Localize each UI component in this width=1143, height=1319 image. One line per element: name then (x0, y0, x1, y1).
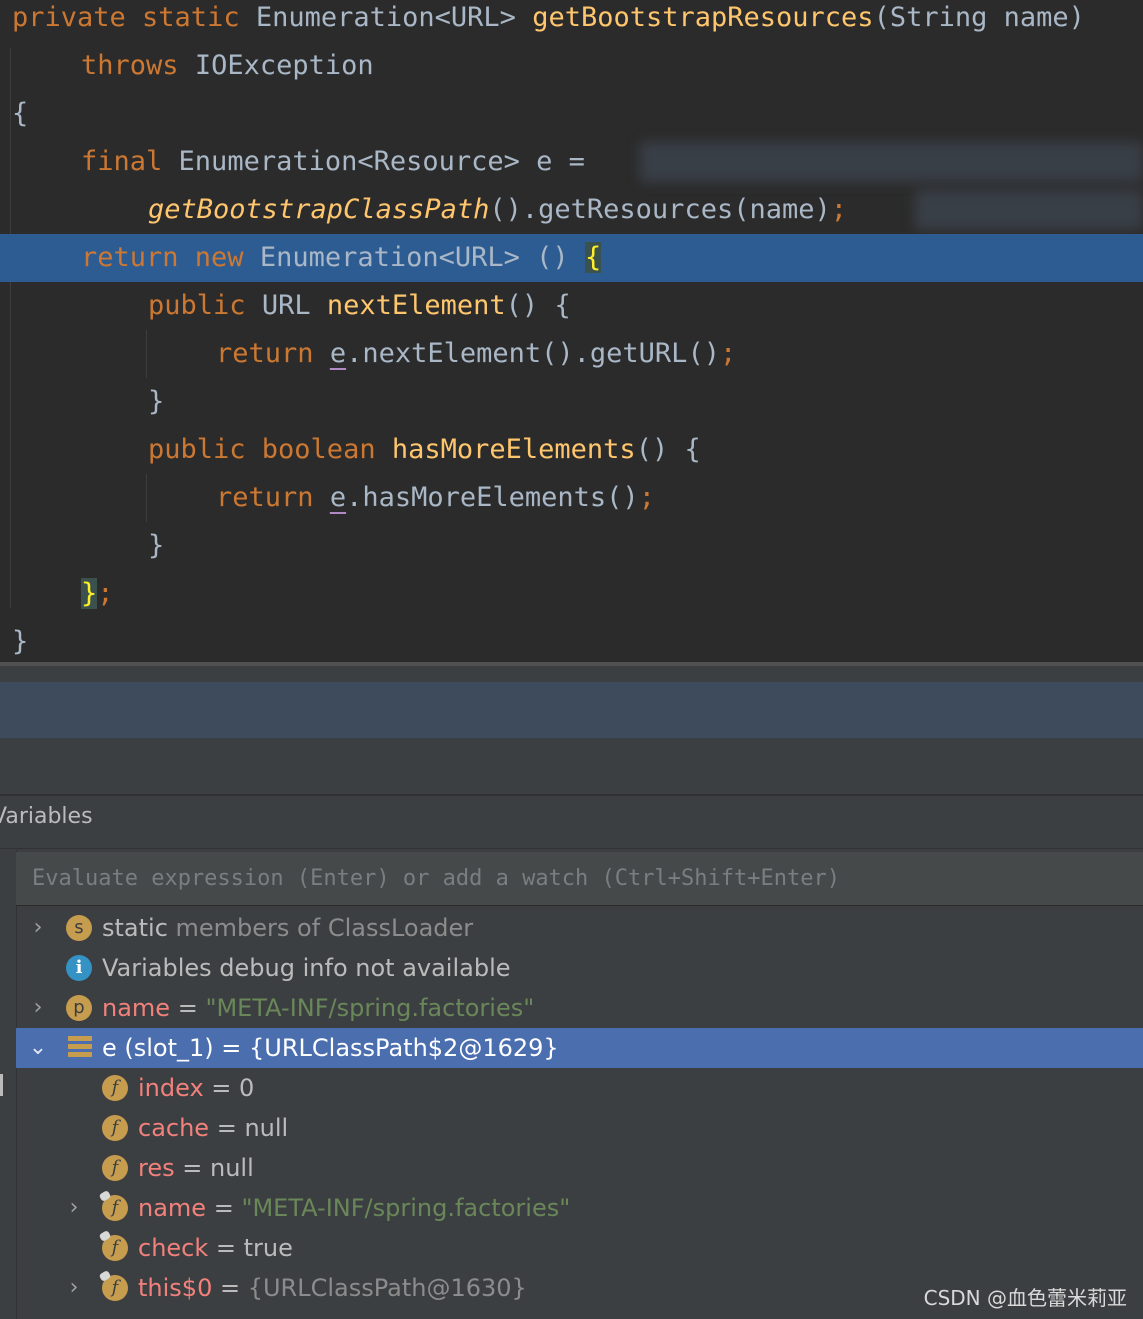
code-line-3: { (12, 98, 29, 129)
variables-title: Variables (0, 804, 93, 829)
code-line-8: return e.nextElement().getURL(); (216, 338, 737, 369)
variables-panel: Variables Evaluate expression (Enter) or… (0, 796, 1143, 1319)
field-icon: f (102, 1155, 128, 1181)
evaluate-expression-input[interactable]: Evaluate expression (Enter) or add a wat… (16, 852, 1143, 906)
final-field-icon: f (102, 1235, 128, 1261)
code-line-1: private static Enumeration<URL> getBoots… (12, 2, 1085, 33)
editor-splitter[interactable] (0, 662, 1143, 682)
row-label: name = "META-INF/spring.factories" (138, 1194, 571, 1222)
inline-debug-hint (640, 142, 1143, 182)
local-variable-icon (68, 1036, 92, 1060)
execution-point-line: return new Enumeration<URL> () { (0, 234, 1143, 282)
watermark: CSDN @血色蕾米莉亚 (923, 1286, 1127, 1310)
row-label: res = null (138, 1154, 254, 1182)
row-label: index = 0 (138, 1074, 255, 1102)
static-icon: s (66, 915, 92, 941)
row-label: this$0 = {URLClassPath@1630} (138, 1274, 527, 1302)
code-line-7: public URL nextElement() { (148, 290, 571, 321)
tree-row-field-check[interactable]: f check = true (16, 1228, 1143, 1268)
row-label: cache = null (138, 1114, 289, 1142)
code-line-9: } (148, 386, 165, 417)
chevron-right-icon[interactable]: › (64, 1188, 84, 1228)
chevron-right-icon[interactable]: › (64, 1268, 84, 1308)
code-editor[interactable]: private static Enumeration<URL> getBoots… (0, 0, 1143, 662)
field-icon: f (102, 1115, 128, 1141)
tree-row-info: i Variables debug info not available (16, 948, 1143, 988)
row-label: e (slot_1) = {URLClassPath$2@1629} (102, 1034, 559, 1062)
tree-row-field-res[interactable]: f res = null (16, 1148, 1143, 1188)
debug-toolbar (0, 738, 1143, 796)
field-icon: f (102, 1075, 128, 1101)
parameter-icon: p (66, 995, 92, 1021)
chevron-down-icon[interactable]: ⌄ (28, 1028, 48, 1068)
final-field-icon: f (102, 1275, 128, 1301)
variables-title-bar: Variables (0, 796, 1143, 849)
chevron-right-icon[interactable]: › (28, 908, 48, 948)
code-line-11: return e.hasMoreElements(); (216, 482, 655, 513)
tree-row-field-index[interactable]: f index = 0 (16, 1068, 1143, 1108)
chevron-right-icon[interactable]: › (28, 988, 48, 1028)
final-field-icon: f (102, 1195, 128, 1221)
row-label: check = true (138, 1234, 293, 1262)
tree-row-field-cache[interactable]: f cache = null (16, 1108, 1143, 1148)
row-label: static members of ClassLoader (102, 914, 474, 942)
row-label: Variables debug info not available (102, 954, 511, 982)
code-line-2: throws IOException (81, 50, 374, 81)
tree-row-param-name[interactable]: › p name = "META-INF/spring.factories" (16, 988, 1143, 1028)
code-line-14: } (12, 626, 29, 657)
code-line-13: }; (81, 578, 114, 609)
tree-row-field-name[interactable]: › f name = "META-INF/spring.factories" (16, 1188, 1143, 1228)
debug-tool-window-header (0, 682, 1143, 739)
tree-row-static-members[interactable]: › s static members of ClassLoader (16, 908, 1143, 948)
code-line-12: } (148, 530, 165, 561)
inline-debug-hint (915, 190, 1143, 230)
tree-row-local-e[interactable]: ⌄ e (slot_1) = {URLClassPath$2@1629} (16, 1028, 1143, 1068)
row-label: name = "META-INF/spring.factories" (102, 994, 535, 1022)
code-line-10: public boolean hasMoreElements() { (148, 434, 701, 465)
info-icon: i (66, 955, 92, 981)
gutter-marker (0, 1074, 3, 1096)
